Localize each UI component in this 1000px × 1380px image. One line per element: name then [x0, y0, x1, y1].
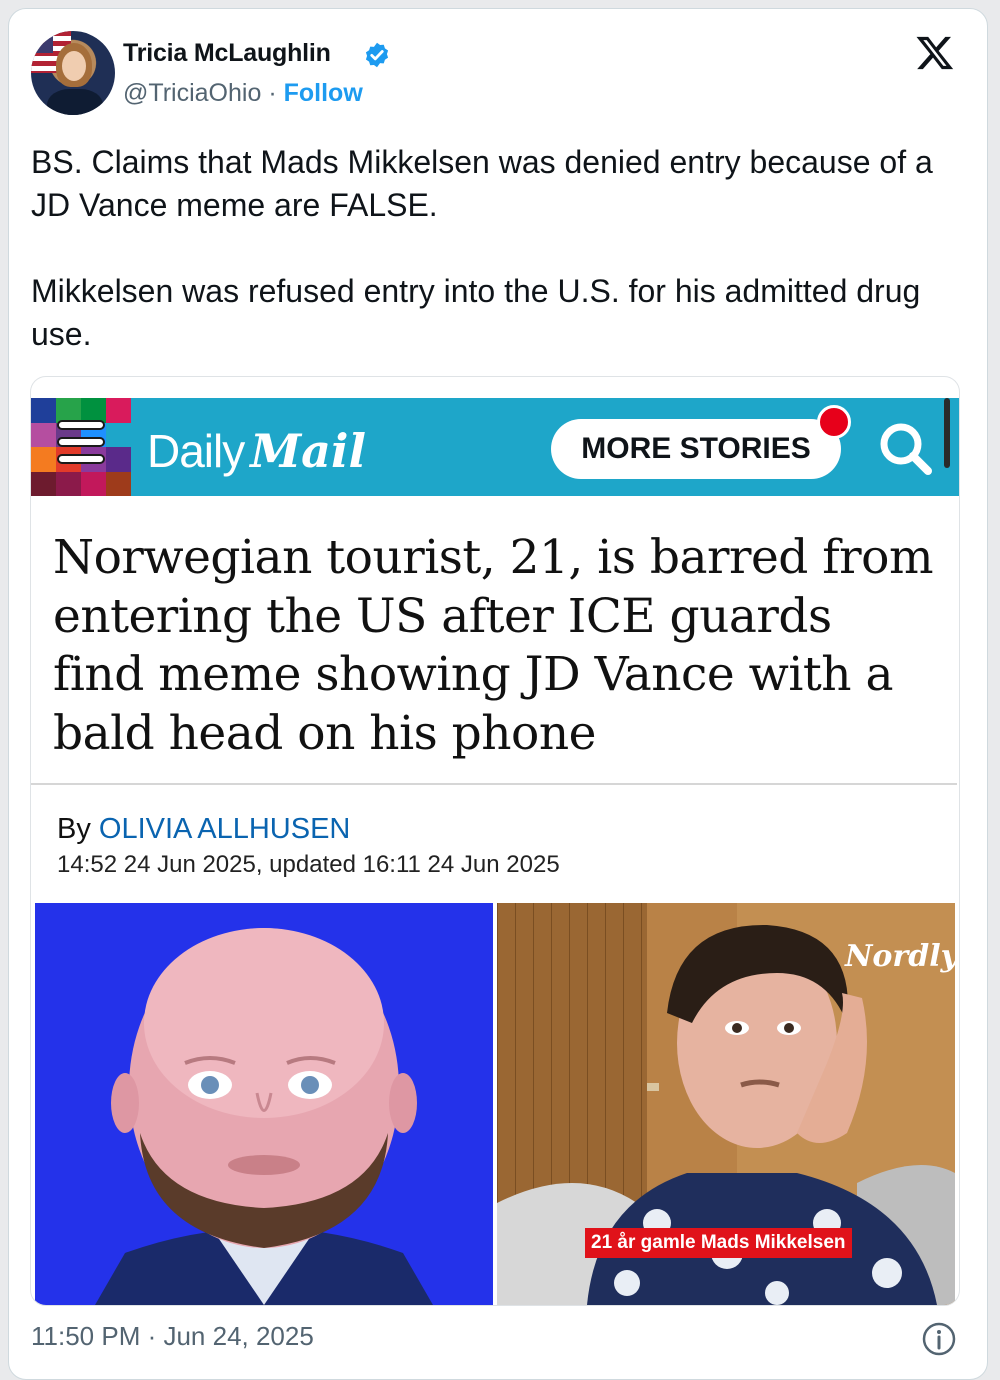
handle-separator: ·	[268, 79, 277, 107]
more-stories-button[interactable]: MORE STORIES	[551, 419, 841, 479]
notification-dot	[817, 405, 851, 439]
article-dateline: 14:52 24 Jun 2025, updated 16:11 24 Jun …	[57, 851, 560, 878]
logo-mail: Mail	[250, 424, 366, 478]
hamburger-menu-icon[interactable]	[57, 420, 105, 474]
author-name[interactable]: Tricia McLaughlin	[123, 39, 331, 68]
search-icon[interactable]	[875, 418, 935, 478]
post-timestamp[interactable]: 11:50 PM · Jun 24, 2025	[31, 1321, 314, 1352]
verified-badge-icon	[365, 42, 389, 68]
photo-bald-man	[35, 903, 493, 1305]
dailymail-logo: Daily Mail	[147, 424, 366, 478]
article-author-link[interactable]: OLIVIA ALLHUSEN	[99, 813, 350, 845]
embedded-image[interactable]: Daily Mail MORE STORIES Norwegian tourist…	[30, 376, 960, 1306]
article-headline: Norwegian tourist, 21, is barred from en…	[53, 530, 934, 761]
byline-prefix: By	[57, 813, 91, 845]
nordlys-watermark: Nordlys	[845, 939, 955, 974]
article-byline: By OLIVIA ALLHUSEN	[57, 813, 350, 846]
follow-button[interactable]: Follow	[284, 79, 363, 107]
info-icon[interactable]	[921, 1321, 957, 1357]
author-avatar[interactable]	[31, 31, 115, 115]
author-handle[interactable]: @TriciaOhio	[123, 79, 261, 107]
logo-daily: Daily	[147, 425, 245, 477]
photo-caption: 21 år gamle Mads Mikkelsen	[585, 1228, 852, 1258]
x-logo-icon[interactable]	[915, 33, 955, 73]
divider	[31, 783, 957, 785]
post-text: BS. Claims that Mads Mikkelsen was denie…	[31, 144, 933, 352]
author-handle-row: @TriciaOhio · Follow	[123, 79, 363, 108]
tweet-card: Tricia McLaughlin @TriciaOhio · Follow B…	[8, 8, 988, 1380]
scrollbar-thumb[interactable]	[944, 398, 950, 468]
photo-young-man: Nordlys 21 år gamle Mads Mikkelsen	[497, 903, 955, 1305]
dailymail-header: Daily Mail MORE STORIES	[31, 398, 959, 496]
